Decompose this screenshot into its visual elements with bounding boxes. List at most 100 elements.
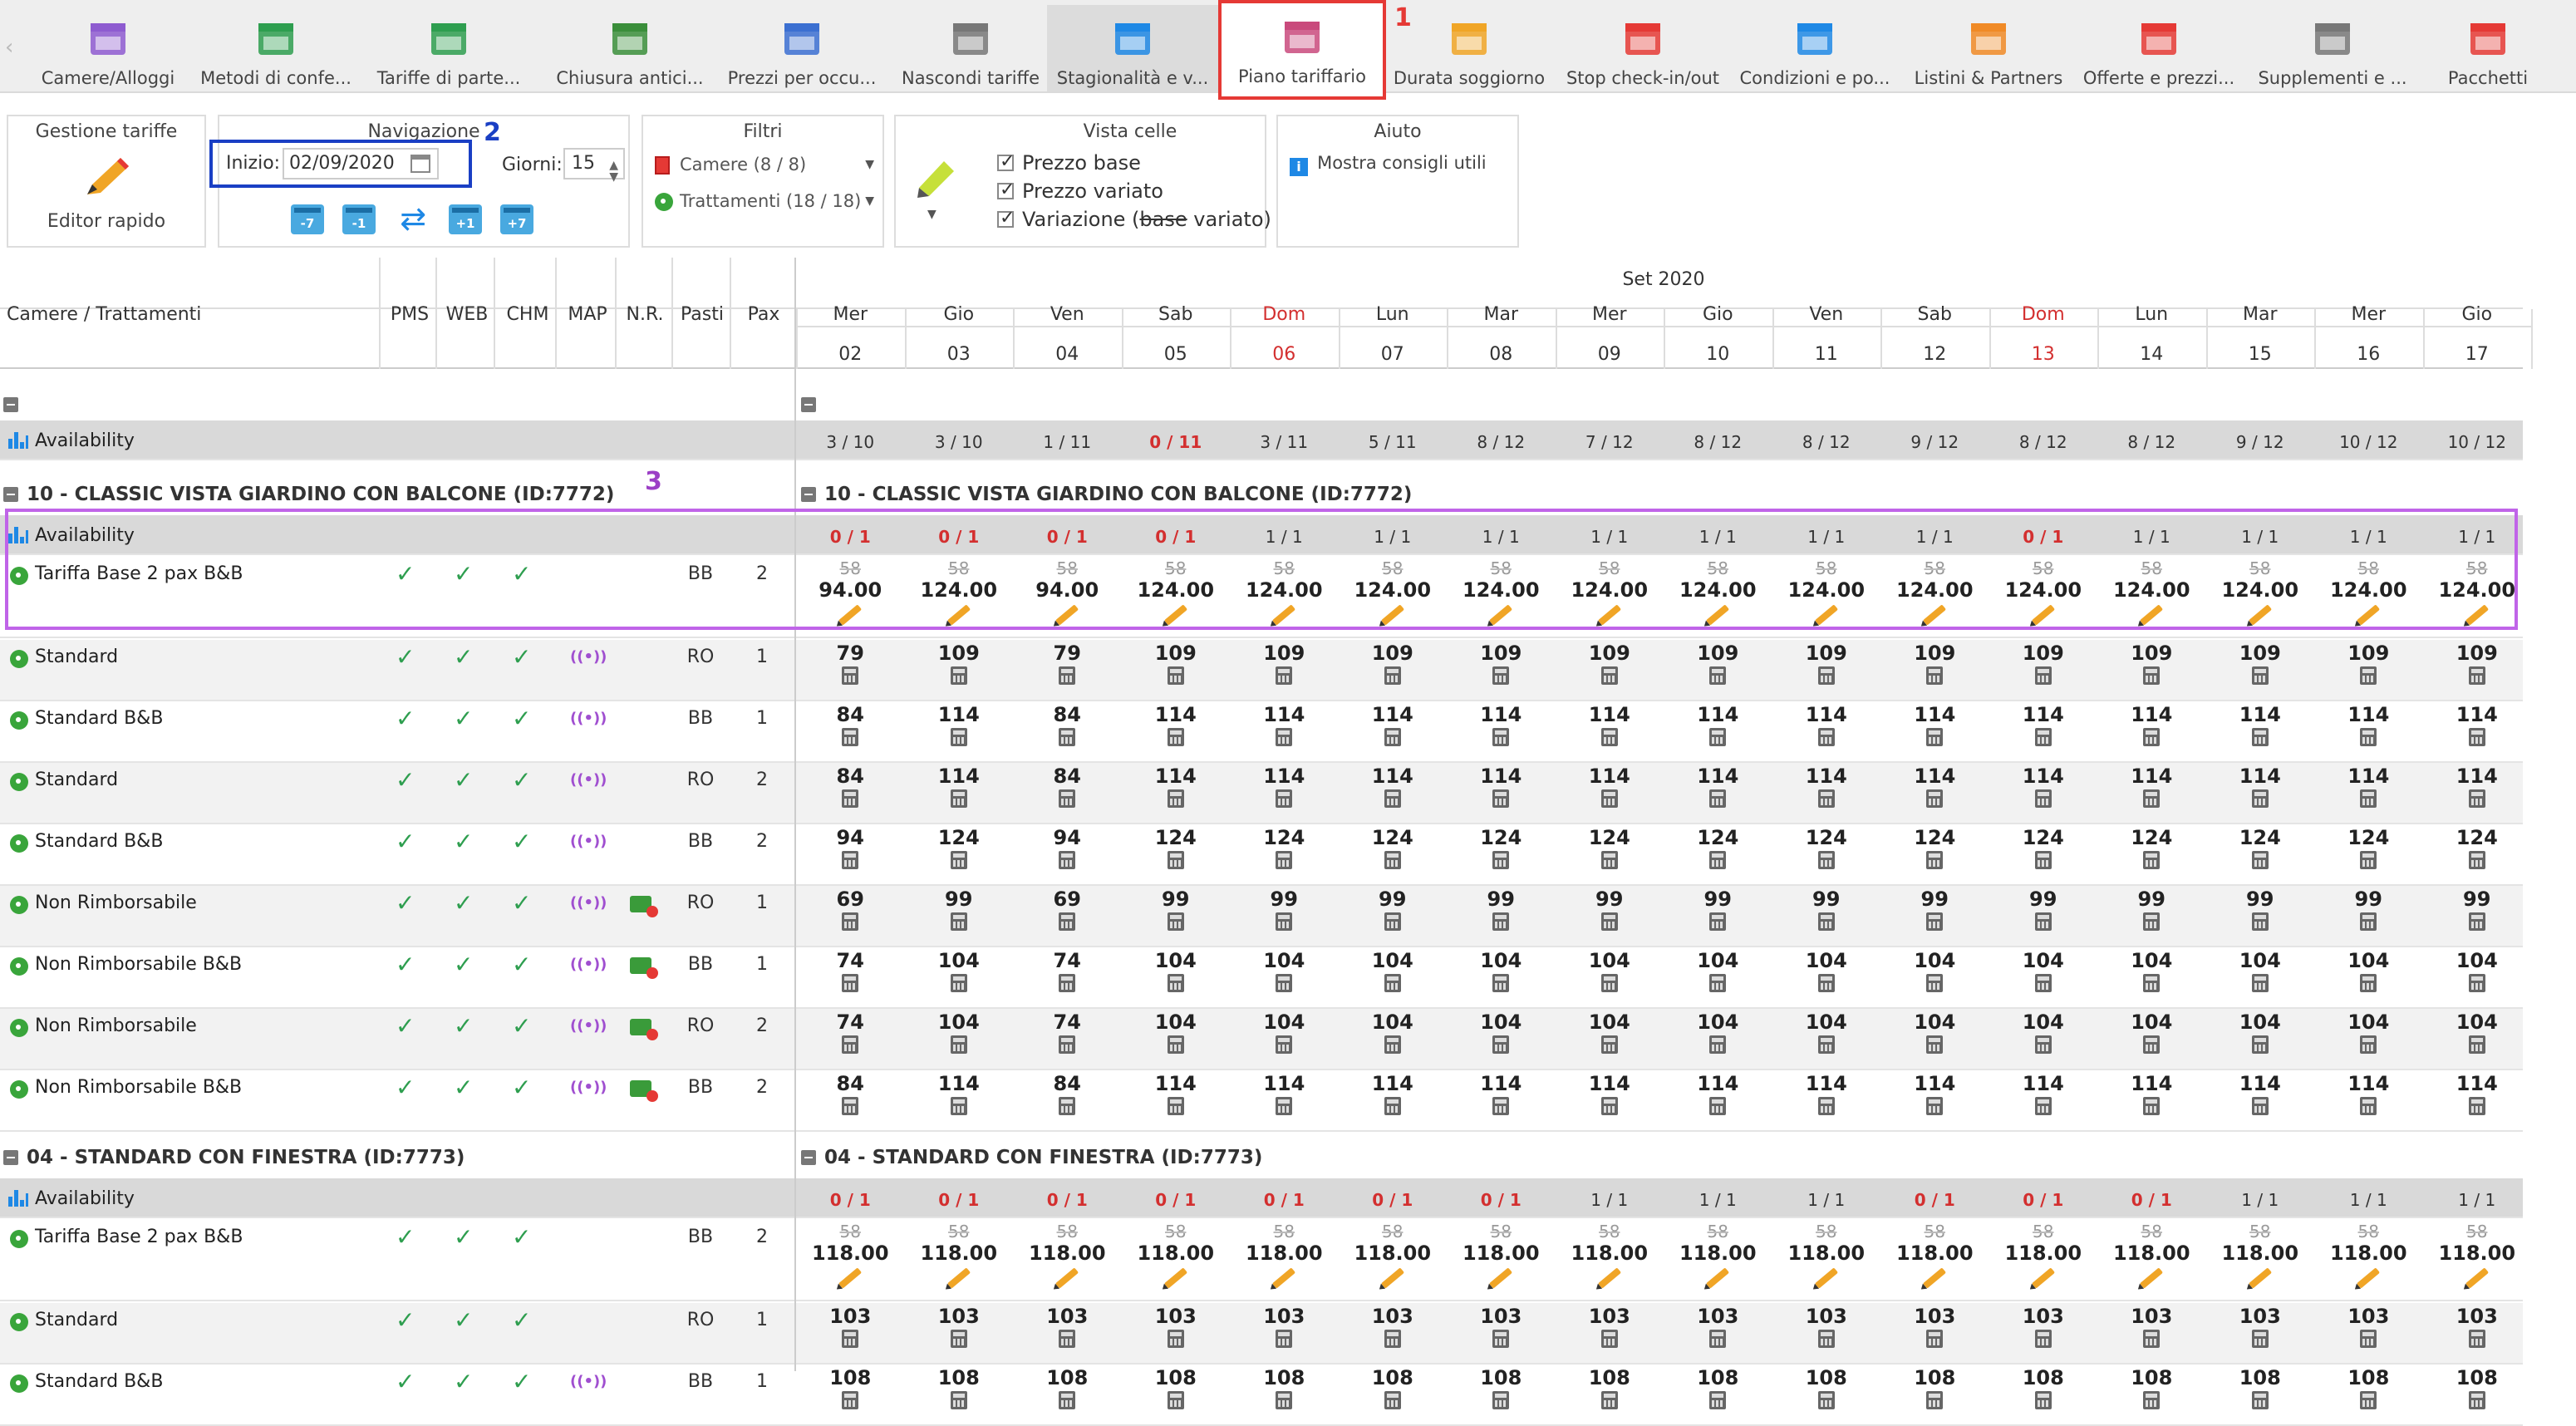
availability-cell[interactable]: 0 / 1 xyxy=(1880,1190,1989,1210)
rate-cell[interactable]: 99 xyxy=(1447,886,1556,946)
rate-cell[interactable]: 104 xyxy=(1339,1009,1448,1069)
rate-cell[interactable]: 114 xyxy=(1664,701,1772,761)
availability-cell[interactable]: 1 / 1 xyxy=(2314,1190,2423,1210)
availability-cell[interactable]: 0 / 1 xyxy=(1013,527,1122,547)
availability-cell[interactable]: 0 / 1 xyxy=(796,527,905,547)
rate-cell[interactable]: 114 xyxy=(1447,701,1556,761)
calculator-icon[interactable] xyxy=(1817,666,1835,685)
collapse-all-icon[interactable] xyxy=(801,397,816,412)
rate-cell[interactable]: 114 xyxy=(1447,763,1556,823)
day-number[interactable]: 05 xyxy=(1122,344,1231,365)
rate-cell[interactable]: 108 xyxy=(1664,1365,1772,1424)
rate-cell[interactable]: 124 xyxy=(1447,824,1556,884)
availability-cell[interactable]: 1 / 1 xyxy=(1664,527,1772,547)
rate-cell[interactable]: 114 xyxy=(2314,1070,2423,1130)
nav-refresh-icon[interactable]: ⇄ xyxy=(396,203,430,236)
day-number[interactable]: 08 xyxy=(1447,344,1556,365)
calculator-icon[interactable] xyxy=(2360,974,2377,992)
day-number[interactable]: 10 xyxy=(1664,344,1772,365)
rate-cell[interactable]: 103 xyxy=(2206,1303,2315,1363)
rate-cell[interactable]: 104 xyxy=(2314,1009,2423,1069)
rate-cell[interactable]: 58 94.00 xyxy=(796,555,905,637)
pencil-icon[interactable] xyxy=(1814,1267,1838,1289)
rate-name[interactable]: Standard B&B xyxy=(35,831,163,852)
day-number[interactable]: 04 xyxy=(1013,344,1122,365)
rate-cell[interactable]: 104 xyxy=(1122,1009,1231,1069)
availability-cell[interactable]: 1 / 1 xyxy=(1556,1190,1664,1210)
rate-cell[interactable]: 104 xyxy=(2097,1009,2206,1069)
calculator-icon[interactable] xyxy=(1384,912,1401,931)
calculator-icon[interactable] xyxy=(2360,1391,2377,1409)
pencil-icon[interactable] xyxy=(1489,1267,1513,1289)
rate-cell[interactable]: 114 xyxy=(1664,763,1772,823)
calculator-icon[interactable] xyxy=(1709,851,1727,869)
availability-cell[interactable]: 1 / 1 xyxy=(2097,527,2206,547)
rate-cell[interactable]: 74 xyxy=(796,1009,905,1069)
rate-cell[interactable]: 109 xyxy=(1339,640,1448,700)
rate-cell[interactable]: 124 xyxy=(2423,824,2532,884)
rate-cell[interactable]: 114 xyxy=(2423,701,2532,761)
rate-cell[interactable]: 109 xyxy=(1664,640,1772,700)
pencil-icon[interactable] xyxy=(1055,1267,1079,1289)
calculator-icon[interactable] xyxy=(842,728,859,746)
rate-cell[interactable]: 114 xyxy=(905,701,1014,761)
calculator-icon[interactable] xyxy=(1276,1330,1293,1348)
calculator-icon[interactable] xyxy=(842,1097,859,1115)
rate-cell[interactable]: 124 xyxy=(2206,824,2315,884)
availability-cell[interactable]: 1 / 1 xyxy=(1447,527,1556,547)
pencil-icon[interactable] xyxy=(2031,1267,2055,1289)
calculator-icon[interactable] xyxy=(1059,1330,1076,1348)
rate-cell[interactable]: 103 xyxy=(1230,1303,1339,1363)
calculator-icon[interactable] xyxy=(2251,1391,2269,1409)
calculator-icon[interactable] xyxy=(2251,728,2269,746)
rate-cell[interactable]: 114 xyxy=(1556,1070,1664,1130)
calculator-icon[interactable] xyxy=(1709,789,1727,808)
calculator-icon[interactable] xyxy=(1492,1391,1510,1409)
rate-cell[interactable]: 109 xyxy=(1230,640,1339,700)
rate-cell[interactable]: 58 124.00 xyxy=(1122,555,1231,637)
calculator-icon[interactable] xyxy=(2251,851,2269,869)
availability-cell[interactable]: 1 / 11 xyxy=(1013,432,1122,452)
calculator-icon[interactable] xyxy=(2468,1391,2485,1409)
pencil-icon[interactable] xyxy=(2357,1267,2381,1289)
rate-cell[interactable]: 58 118.00 xyxy=(2423,1218,2532,1300)
calculator-icon[interactable] xyxy=(1059,912,1076,931)
rate-cell[interactable]: 58 124.00 xyxy=(2423,555,2532,637)
calculator-icon[interactable] xyxy=(2034,666,2052,685)
rate-cell[interactable]: 74 xyxy=(1013,1009,1122,1069)
calculator-icon[interactable] xyxy=(2360,728,2377,746)
rate-cell[interactable]: 104 xyxy=(2423,1009,2532,1069)
rate-cell[interactable]: 99 xyxy=(1122,886,1231,946)
calculator-icon[interactable] xyxy=(2468,851,2485,869)
availability-cell[interactable]: 0 / 11 xyxy=(1122,432,1231,452)
rate-cell[interactable]: 103 xyxy=(1989,1303,2098,1363)
toolbar-scroll-left-icon[interactable]: ‹ xyxy=(5,35,13,60)
calculator-icon[interactable] xyxy=(2360,1330,2377,1348)
pencil-icon[interactable] xyxy=(2248,604,2272,626)
filter-camere-dropdown[interactable]: Camere (8 / 8) ▼ xyxy=(655,153,879,178)
calculator-icon[interactable] xyxy=(1059,1391,1076,1409)
day-number[interactable]: 13 xyxy=(1989,344,2098,365)
nav-plus-1-button[interactable]: +1 xyxy=(449,204,482,234)
rate-cell[interactable]: 108 xyxy=(1989,1365,2098,1424)
rate-cell[interactable]: 99 xyxy=(2097,886,2206,946)
rate-cell[interactable]: 108 xyxy=(1556,1365,1664,1424)
rate-cell[interactable]: 114 xyxy=(1989,701,2098,761)
calculator-icon[interactable] xyxy=(2034,789,2052,808)
rate-cell[interactable]: 114 xyxy=(1339,1070,1448,1130)
pencil-icon[interactable] xyxy=(1380,604,1404,626)
nav-minus-1-button[interactable]: -1 xyxy=(342,204,376,234)
rate-name[interactable]: Standard xyxy=(35,1310,118,1330)
rate-cell[interactable]: 124 xyxy=(905,824,1014,884)
calculator-icon[interactable] xyxy=(1926,728,1944,746)
calculator-icon[interactable] xyxy=(1276,666,1293,685)
rate-cell[interactable]: 104 xyxy=(1989,947,2098,1007)
calculator-icon[interactable] xyxy=(1492,666,1510,685)
availability-cell[interactable]: 1 / 1 xyxy=(1772,1190,1881,1210)
availability-cell[interactable]: 1 / 1 xyxy=(1664,1190,1772,1210)
rate-cell[interactable]: 114 xyxy=(2097,763,2206,823)
availability-cell[interactable]: 3 / 10 xyxy=(796,432,905,452)
rate-cell[interactable]: 114 xyxy=(1880,763,1989,823)
calculator-icon[interactable] xyxy=(2034,1097,2052,1115)
rate-cell[interactable]: 74 xyxy=(1013,947,1122,1007)
